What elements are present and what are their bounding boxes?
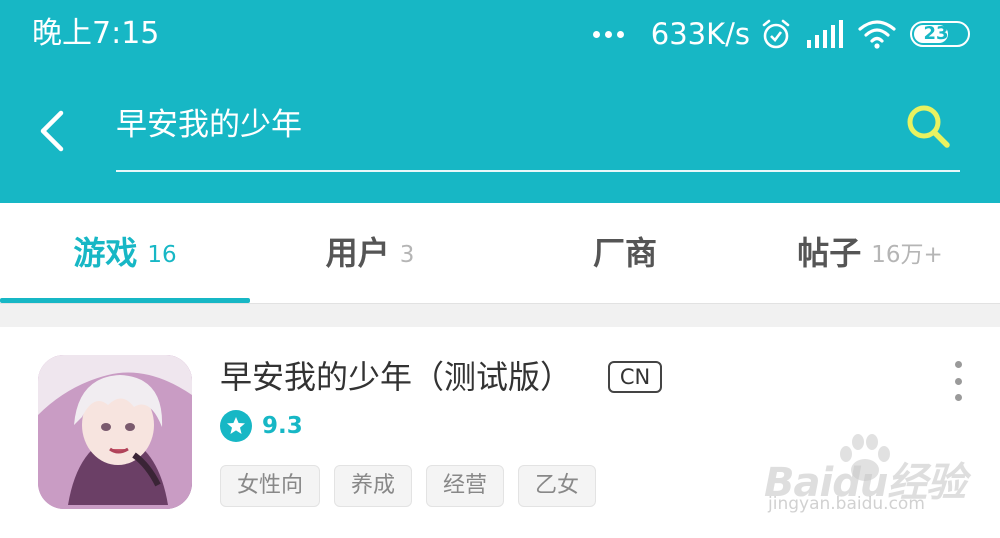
tag-list: 女性向 养成 经营 乙女 (220, 465, 610, 507)
tag[interactable]: 经营 (426, 465, 505, 507)
tab-count: 16万+ (871, 242, 943, 268)
more-options-button[interactable] (946, 361, 970, 401)
tab-count: 16 (147, 242, 177, 268)
game-title: 早安我的少年（测试版） (220, 358, 573, 396)
tab-label: 帖子 (797, 234, 862, 272)
tab-label: 用户 (325, 234, 390, 272)
tab-posts[interactable]: 帖子 16万+ (745, 203, 995, 303)
tab-label: 游戏 (73, 234, 138, 272)
battery-level: 23 (923, 23, 949, 44)
tab-games[interactable]: 游戏 16 (0, 203, 250, 303)
section-divider (0, 303, 1000, 327)
rating-value: 9.3 (262, 413, 303, 439)
battery-icon: 23 (910, 21, 970, 47)
wifi-icon (858, 20, 896, 49)
tag[interactable]: 女性向 (220, 465, 321, 507)
tag[interactable]: 乙女 (518, 465, 597, 507)
signal-icon (807, 20, 843, 48)
back-button[interactable] (30, 104, 74, 158)
search-input[interactable]: 早安我的少年 (116, 100, 816, 150)
tab-developers[interactable]: 厂商 (500, 203, 750, 303)
tab-bar: 游戏 16 用户 3 厂商 帖子 16万+ (0, 203, 1000, 303)
rating: 9.3 (220, 409, 303, 443)
status-time: 晚上7:15 (32, 16, 160, 51)
chevron-left-icon (40, 110, 64, 152)
status-bar-right: 633K/s 23 (591, 14, 970, 54)
more-dots-icon (591, 30, 627, 38)
region-badge: CN (608, 361, 662, 393)
game-icon[interactable] (38, 355, 192, 509)
tab-count: 3 (399, 242, 415, 268)
tag[interactable]: 养成 (334, 465, 413, 507)
watermark-sub: jingyan.baidu.com (768, 494, 925, 514)
alarm-icon (762, 19, 790, 49)
search-icon (907, 105, 950, 148)
tab-users[interactable]: 用户 3 (245, 203, 495, 303)
top-app-bar: 晚上7:15 633K/s 23 早安我的少年 (0, 0, 1000, 203)
watermark: Baidu经验 jingyan.baidu.com (750, 430, 966, 525)
search-button[interactable] (898, 98, 958, 154)
game-icon-art (38, 355, 192, 509)
tab-label: 厂商 (592, 234, 657, 272)
network-speed: 633K/s (650, 17, 750, 51)
search-underline (116, 170, 960, 172)
star-icon (220, 410, 252, 442)
